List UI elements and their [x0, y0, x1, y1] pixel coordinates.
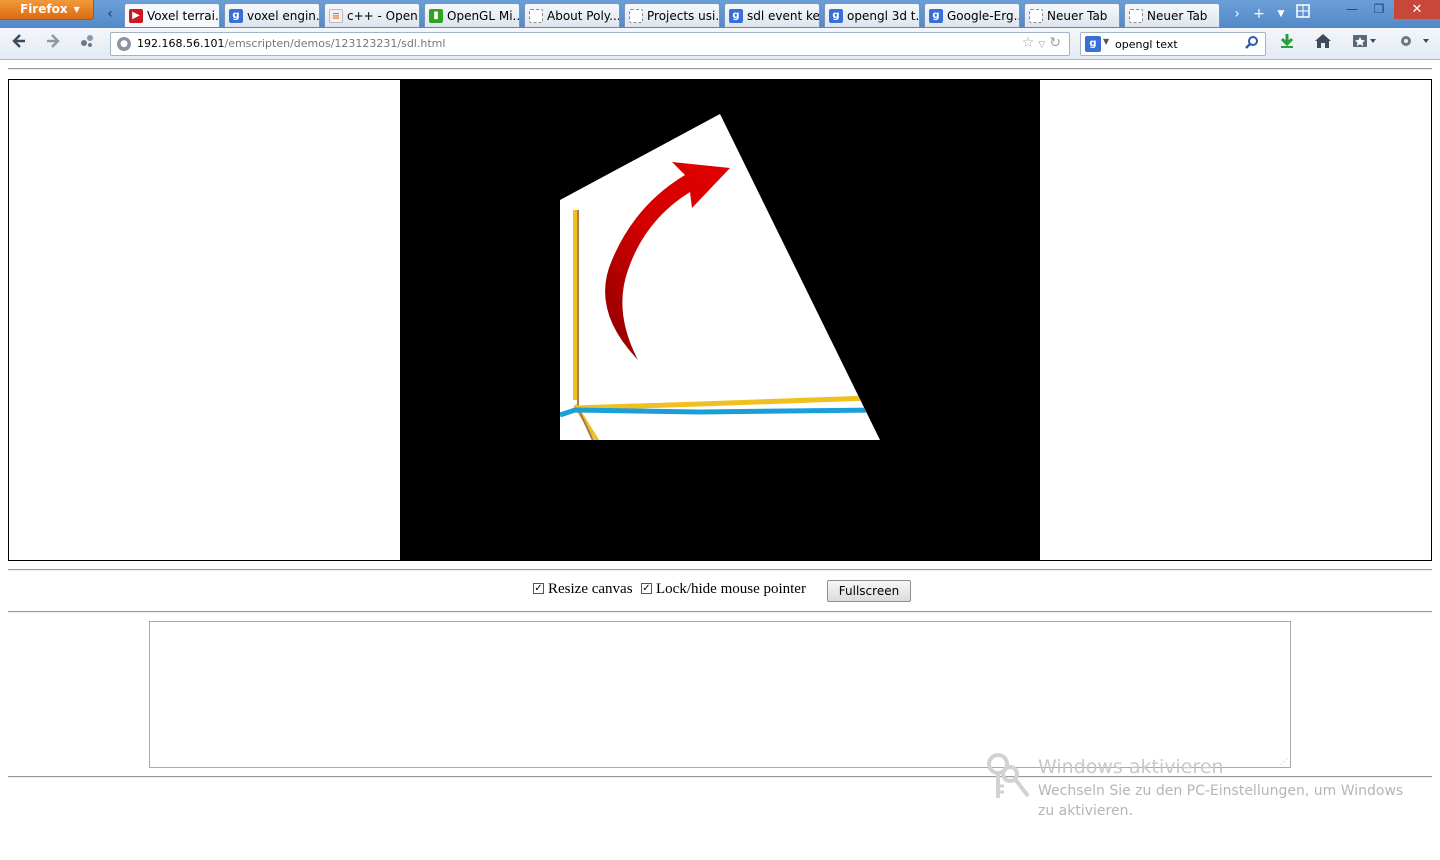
- controls-divider-top: [8, 569, 1432, 571]
- watermark-line-2: zu aktivieren.: [1038, 803, 1133, 819]
- close-window-icon[interactable]: ✕: [1394, 0, 1440, 19]
- download-arrow-icon[interactable]: [1276, 33, 1298, 55]
- browser-tab[interactable]: Neuer Tab: [1024, 3, 1120, 27]
- tab-label: OpenGL Mi...: [447, 8, 519, 23]
- scroll-tabs-right-icon[interactable]: ›: [1228, 4, 1246, 26]
- tab-strip: Firefox ▼ ‹ ▶ Voxel terrai... g voxel engin.…: [0, 0, 1440, 28]
- forward-arrow-icon[interactable]: [42, 33, 64, 55]
- url-bar[interactable]: ● 192.168.56.101/emscripten/demos/123123…: [110, 32, 1070, 56]
- blank-page-icon: [1029, 8, 1043, 23]
- tab-label: voxel engin...: [247, 8, 319, 23]
- browser-tab[interactable]: About Poly...: [524, 3, 620, 27]
- tab-label: About Poly...: [547, 8, 619, 23]
- chevron-down-icon[interactable]: ▼: [1103, 37, 1109, 46]
- browser-tab[interactable]: Neuer Tab: [1124, 3, 1220, 27]
- watermark-title: Windows aktivieren: [1038, 756, 1224, 778]
- list-all-tabs-icon[interactable]: ▼: [1272, 4, 1290, 24]
- addon-menu-icon[interactable]: [1396, 33, 1432, 55]
- url-host: 192.168.56.101: [137, 37, 225, 50]
- reload-icon[interactable]: ↻: [1049, 35, 1065, 51]
- google-icon: g: [929, 8, 943, 23]
- resize-canvas-checkbox[interactable]: ✓: [533, 583, 544, 594]
- output-textarea[interactable]: ⋰: [149, 621, 1291, 768]
- blank-page-icon: [529, 8, 543, 23]
- opengl-icon: ▮: [429, 8, 443, 23]
- tab-label: Google-Erg...: [947, 8, 1019, 23]
- extensions-icon[interactable]: [76, 33, 98, 55]
- rendered-scene: [560, 114, 880, 440]
- browser-tab[interactable]: ▮ OpenGL Mi...: [424, 3, 520, 27]
- youtube-icon: ▶: [129, 8, 143, 23]
- controls-row: ✓ Resize canvas ✓ Lock/hide mouse pointe…: [0, 578, 1440, 604]
- stackoverflow-icon: ≡: [329, 8, 343, 23]
- browser-tab[interactable]: Projects usi...: [624, 3, 720, 27]
- lock-pointer-checkbox[interactable]: ✓: [641, 583, 652, 594]
- browser-tab[interactable]: g Google-Erg...: [924, 3, 1020, 27]
- google-icon: g: [229, 8, 243, 23]
- google-icon: g: [829, 8, 843, 23]
- webgl-canvas[interactable]: [400, 80, 1040, 560]
- new-tab-icon[interactable]: +: [1250, 4, 1268, 24]
- search-bar[interactable]: g ▼ opengl text: [1080, 32, 1266, 56]
- url-text[interactable]: 192.168.56.101/emscripten/demos/12312323…: [137, 37, 445, 50]
- google-icon: g: [729, 8, 743, 23]
- browser-tab[interactable]: g sdl event ke...: [724, 3, 820, 27]
- site-identity-icon[interactable]: ●: [117, 37, 131, 51]
- tab-label: Neuer Tab: [1047, 8, 1108, 23]
- back-arrow-icon[interactable]: [8, 33, 30, 55]
- navigation-toolbar: ● 192.168.56.101/emscripten/demos/123123…: [0, 28, 1440, 60]
- bookmarks-menu-icon[interactable]: [1350, 33, 1380, 55]
- windows-activation-watermark: Windows aktivieren Wechseln Sie zu den P…: [984, 752, 1424, 832]
- minimize-icon[interactable]: —: [1340, 0, 1364, 19]
- chevron-down-icon: ▼: [73, 5, 80, 14]
- tab-label: opengl 3d t...: [847, 8, 919, 23]
- browser-tab[interactable]: g voxel engin...: [224, 3, 320, 27]
- firefox-menu-button[interactable]: Firefox ▼: [0, 0, 94, 20]
- watermark-line-1: Wechseln Sie zu den PC-Einstellungen, um…: [1038, 783, 1404, 799]
- tab-label: c++ - Open...: [347, 8, 419, 23]
- search-input[interactable]: opengl text: [1115, 38, 1178, 51]
- browser-tab[interactable]: ▶ Voxel terrai...: [124, 3, 220, 27]
- url-path: /emscripten/demos/123123231/sdl.html: [224, 37, 446, 50]
- controls-divider-bottom: [8, 611, 1432, 613]
- bookmark-star-icon[interactable]: ☆: [1022, 35, 1039, 51]
- blank-page-icon: [1129, 8, 1143, 23]
- tab-label: Voxel terrai...: [147, 8, 219, 23]
- scroll-tabs-left-icon[interactable]: ‹: [101, 4, 119, 26]
- top-divider: [8, 68, 1432, 70]
- blank-page-icon: [629, 8, 643, 23]
- history-dropdown-icon[interactable]: ▽: [1038, 40, 1049, 50]
- restore-icon[interactable]: ❐: [1366, 0, 1392, 19]
- fullscreen-button[interactable]: Fullscreen: [827, 580, 911, 602]
- home-icon[interactable]: [1312, 33, 1334, 55]
- search-magnifier-icon[interactable]: [1245, 35, 1259, 53]
- google-icon[interactable]: g: [1085, 36, 1101, 52]
- lock-pointer-label[interactable]: Lock/hide mouse pointer: [656, 581, 806, 598]
- tab-label: Projects usi...: [647, 8, 719, 23]
- tab-label: Neuer Tab: [1147, 8, 1208, 23]
- tab-label: sdl event ke...: [747, 8, 819, 23]
- url-bar-icons: ☆▽↻: [1022, 35, 1065, 51]
- browser-tab[interactable]: ≡ c++ - Open...: [324, 3, 420, 27]
- tab-groups-icon[interactable]: [1294, 4, 1312, 24]
- firefox-menu-label: Firefox: [20, 2, 68, 16]
- browser-tab[interactable]: g opengl 3d t...: [824, 3, 920, 27]
- resize-canvas-label[interactable]: Resize canvas: [548, 581, 633, 598]
- keys-icon: [987, 753, 1030, 798]
